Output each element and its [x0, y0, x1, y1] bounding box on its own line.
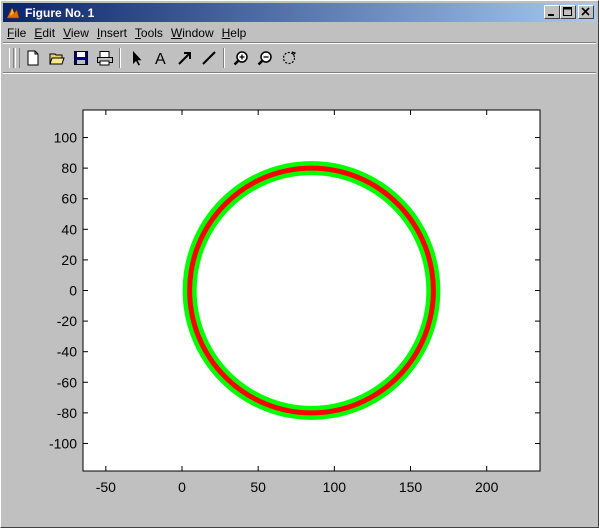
- matlab-icon[interactable]: [5, 5, 21, 21]
- rotate-icon: [282, 51, 297, 65]
- plot-axes[interactable]: -50 0 50 100 150 200 -100 -80 -60 -40 -20 0 20 40 60 80…: [3, 75, 596, 525]
- y-tick-label: 20: [61, 252, 77, 268]
- menu-label-rest: iew: [70, 25, 89, 40]
- y-tick-label: 0: [69, 283, 77, 299]
- print-icon: [97, 51, 113, 66]
- line-icon: [202, 51, 216, 65]
- insert-text-button[interactable]: A: [150, 47, 172, 69]
- figure-window: Figure No. 1 File Edit View Insert Tools Wind…: [0, 0, 599, 528]
- title-bar[interactable]: Figure No. 1: [3, 3, 596, 22]
- figure-canvas: -50 0 50 100 150 200 -100 -80 -60 -40 -20 0 20 40 60 80…: [3, 75, 596, 525]
- toolbar-grip-2[interactable]: [15, 48, 20, 68]
- text-icon: A: [155, 51, 166, 66]
- menu-edit[interactable]: Edit: [30, 26, 59, 40]
- menu-label-rest: ile: [14, 25, 27, 40]
- zoom-out-icon: [257, 51, 272, 66]
- minimize-button[interactable]: [544, 5, 560, 19]
- menu-label-rest: elp: [230, 25, 247, 40]
- x-tick-label: 200: [475, 479, 499, 495]
- y-tick-label: -100: [49, 435, 77, 451]
- zoom-in-button[interactable]: [230, 47, 252, 69]
- x-tick-label: 100: [323, 479, 347, 495]
- menu-insert[interactable]: Insert: [93, 26, 131, 40]
- insert-line-button[interactable]: [198, 47, 220, 69]
- menu-file[interactable]: File: [3, 26, 30, 40]
- insert-arrow-button[interactable]: [174, 47, 196, 69]
- open-folder-icon: [49, 53, 65, 65]
- new-file-icon: [27, 50, 39, 66]
- save-button[interactable]: [70, 47, 92, 69]
- x-tick-label: 150: [399, 479, 423, 495]
- close-button[interactable]: [578, 5, 594, 19]
- y-tick-label: 100: [54, 130, 78, 146]
- print-button[interactable]: [94, 47, 116, 69]
- window-title: Figure No. 1: [25, 5, 95, 20]
- maximize-button[interactable]: [560, 5, 576, 19]
- x-tick-label: 50: [250, 479, 266, 495]
- toolbar-separator: [119, 48, 121, 68]
- new-figure-button[interactable]: [22, 47, 44, 69]
- edit-plot-button[interactable]: [126, 47, 148, 69]
- x-tick-label: -50: [96, 479, 116, 495]
- menu-help[interactable]: Help: [218, 26, 251, 40]
- menu-label-rest: dit: [42, 25, 56, 40]
- x-tick-label: 0: [178, 479, 186, 495]
- y-tick-label: -60: [57, 374, 77, 390]
- menu-mnemonic: V: [63, 25, 71, 40]
- menu-mnemonic: W: [170, 25, 183, 40]
- arrow-icon: [178, 52, 191, 65]
- select-arrow-icon: [133, 51, 142, 66]
- y-tick-label: 80: [61, 160, 77, 176]
- maximize-icon: [563, 7, 572, 16]
- toolbar-separator-line: [3, 72, 596, 74]
- y-tick-label: -80: [57, 405, 77, 421]
- svg-text:A: A: [155, 51, 166, 66]
- menu-label-rest: nsert: [100, 25, 127, 40]
- y-tick-label: -20: [57, 313, 77, 329]
- minimize-icon: [548, 14, 554, 16]
- figure-toolbar: A: [3, 45, 596, 71]
- menu-label-rest: ools: [140, 25, 163, 40]
- menu-bar: File Edit View Insert Tools Window Help: [3, 23, 596, 42]
- menu-separator: [3, 42, 596, 44]
- open-file-button[interactable]: [46, 47, 68, 69]
- menu-tools[interactable]: Tools: [131, 26, 167, 40]
- menu-view[interactable]: View: [59, 26, 93, 40]
- zoom-out-button[interactable]: [254, 47, 276, 69]
- menu-mnemonic: H: [221, 25, 231, 40]
- menu-window[interactable]: Window: [167, 26, 218, 40]
- y-tick-label: 60: [61, 191, 77, 207]
- save-icon: [74, 51, 88, 65]
- y-tick-label: 40: [61, 221, 77, 237]
- y-tick-label: -40: [57, 344, 77, 360]
- rotate-3d-button[interactable]: [278, 47, 300, 69]
- zoom-in-icon: [233, 51, 248, 66]
- menu-label-rest: indow: [182, 25, 214, 40]
- toolbar-grip[interactable]: [9, 48, 14, 68]
- toolbar-separator-2: [223, 48, 225, 68]
- close-icon: [581, 7, 590, 16]
